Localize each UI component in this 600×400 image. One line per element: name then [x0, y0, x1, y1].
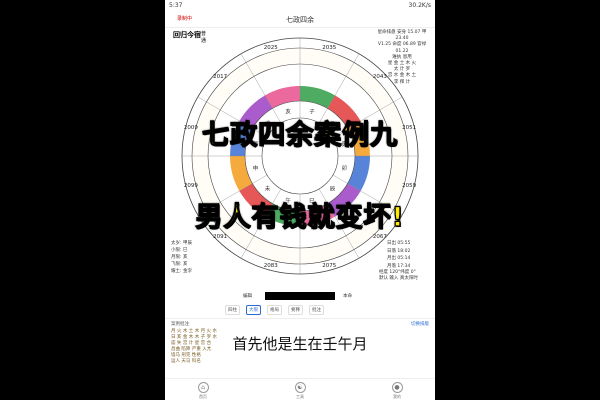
status-battery: 30.2K/s	[408, 2, 431, 9]
branch-label: 辰	[330, 186, 336, 193]
tab-pizhu[interactable]: 批注	[309, 305, 324, 315]
chart-title: 回归今宿 普通	[173, 31, 207, 44]
overlay-headline: 男人有钱就变坏!	[195, 201, 405, 233]
overlay-title: 七政四余案例九	[201, 119, 398, 151]
status-time: 5:37	[169, 2, 183, 9]
switch-layout-button[interactable]: 切换排版	[411, 321, 429, 327]
right-info: 星命排盘 安身 15.07 甲23.40 V1.25 命度 06.89 官禄 0…	[377, 30, 427, 85]
overlay-subtitle: 首先他是生在壬午月	[232, 335, 368, 353]
branch-label: 未	[265, 185, 271, 193]
branch-label: 申	[253, 164, 259, 172]
status-bar: 5:37 30.2K/s	[165, 0, 435, 11]
sun-moon-info: 日出 05:55 日落 18:02 月出 05:14 月落 17:34	[387, 241, 411, 269]
home-icon: ⌂	[197, 382, 209, 393]
edit-link[interactable]: 编辑	[243, 293, 252, 299]
year-label: 2067	[373, 234, 387, 240]
bottom-tabbar: ⌂ 首页 ☯ 工具 ● 我的	[165, 378, 435, 400]
app-title: 七政四余	[286, 16, 314, 24]
chart-tabs: 四柱 大限 格局 要释 批注	[225, 305, 385, 315]
year-label: 2075	[322, 263, 336, 269]
redacted-name	[265, 292, 335, 300]
tab-geju[interactable]: 格局	[267, 305, 282, 315]
year-label: 2059	[402, 183, 416, 189]
location-info: 经度 120°纬度 0° 默认 输入 真太阳时	[379, 270, 418, 281]
year-label: 2083	[264, 263, 278, 269]
left-info: 太岁: 甲辰 小限: 巳 月限: 亥 飞限: 亥 耀土: 金孛	[171, 241, 192, 274]
year-label: 2099	[184, 183, 198, 189]
tab-tools[interactable]: ☯ 工具	[280, 382, 320, 400]
tab-yaoshi[interactable]: 要释	[288, 305, 303, 315]
table-title: 案例批注	[171, 322, 189, 327]
year-label: 2017	[213, 74, 227, 80]
tab-sizhu[interactable]: 四柱	[225, 305, 240, 315]
branch-label: 卯	[342, 164, 348, 172]
tab-daxian[interactable]: 大限	[246, 305, 261, 315]
table-row: 运人 天马 科名	[171, 359, 201, 364]
user-icon: ●	[391, 382, 403, 393]
yin-yang-icon: ☯	[294, 382, 306, 393]
chart-option[interactable]: 普通	[201, 30, 206, 44]
tab-profile[interactable]: ● 我的	[377, 382, 417, 400]
app-header: 录制中 七政四余	[165, 11, 435, 28]
year-label: 2091	[213, 234, 227, 240]
name-row: 编辑 本命	[235, 292, 385, 300]
tab-home[interactable]: ⌂ 首页	[183, 382, 223, 400]
chart-type: 本命	[343, 294, 352, 299]
year-label: 2035	[322, 45, 336, 51]
year-label: 2025	[264, 45, 278, 51]
